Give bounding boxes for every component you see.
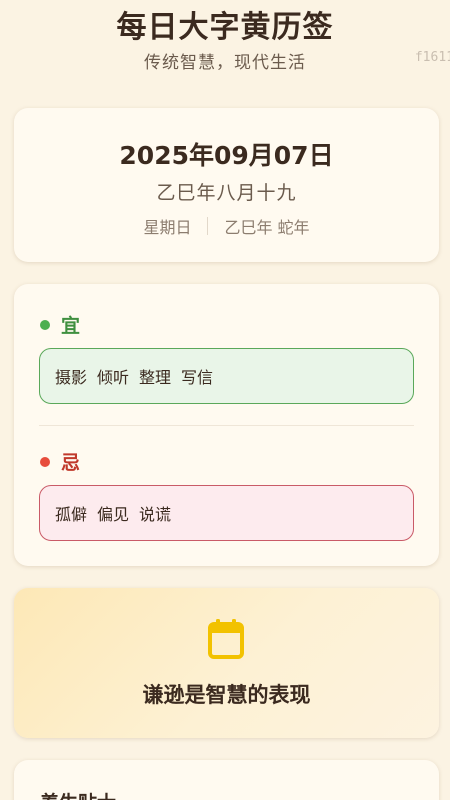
ji-items-box: 孤僻 偏见 说谎: [39, 485, 414, 541]
yi-item: 写信: [181, 368, 214, 387]
ji-label: 忌: [61, 452, 81, 474]
weekday: 星期日: [143, 218, 192, 237]
ji-item: 说谎: [139, 505, 172, 524]
yi-item: 摄影: [55, 368, 88, 387]
date-meta-row: 星期日 乙巳年 蛇年: [14, 214, 439, 238]
app-subtitle: 传统智慧，现代生活: [144, 53, 306, 73]
yi-items-box: 摄影 倾听 整理 写信: [39, 348, 414, 404]
yi-ji-card: 宜 摄影 倾听 整理 写信 忌 孤僻 偏见 说谎: [14, 284, 439, 566]
tips-title: 养生贴士: [40, 788, 116, 800]
ji-heading: 忌: [40, 448, 80, 475]
yi-label: 宜: [61, 315, 81, 337]
daily-quote: 谦逊是智慧的表现: [142, 683, 311, 707]
ji-item: 偏见: [97, 505, 130, 524]
section-divider: [39, 425, 414, 426]
lunar-date: 乙巳年八月十九: [156, 182, 297, 204]
header: 每日大字黄历签 传统智慧，现代生活 f1611: [0, 0, 450, 90]
ji-item: 孤僻: [55, 505, 88, 524]
app-title: 每日大字黄历签: [116, 10, 334, 45]
yi-heading: 宜: [40, 311, 80, 338]
meta-divider: [207, 217, 209, 235]
almanac-app: 每日大字黄历签 传统智慧，现代生活 f1611 2025年09月07日 乙巳年八…: [0, 0, 450, 800]
quote-card[interactable]: 谦逊是智慧的表现: [14, 588, 439, 738]
calendar-icon: [208, 619, 244, 659]
tips-card: 养生贴士: [14, 760, 439, 800]
date-card: 2025年09月07日 乙巳年八月十九 星期日 乙巳年 蛇年: [14, 108, 439, 262]
yi-item: 倾听: [97, 368, 130, 387]
corner-code: f1611: [414, 50, 450, 65]
yi-item: 整理: [139, 368, 172, 387]
solar-date: 2025年09月07日: [119, 141, 334, 170]
ganzhi-zodiac: 乙巳年 蛇年: [224, 218, 310, 237]
ji-dot-icon: [40, 456, 50, 467]
yi-dot-icon: [40, 319, 50, 330]
